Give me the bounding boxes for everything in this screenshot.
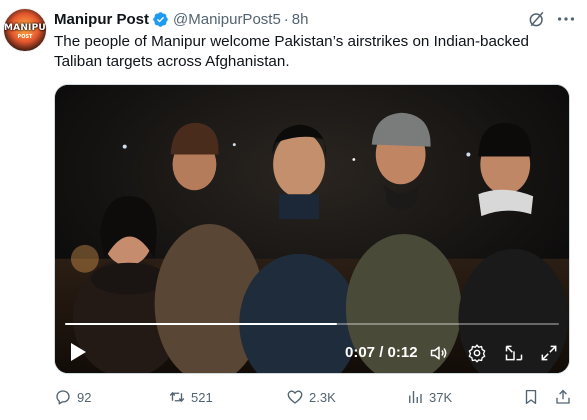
- views-icon: [409, 391, 422, 403]
- tweet-header: Manipur Post @ManipurPost5 · 8h: [54, 8, 577, 30]
- reply-button[interactable]: 92: [54, 388, 91, 406]
- video-frame: [55, 85, 569, 373]
- like-count: 2.3K: [309, 389, 336, 405]
- volume-icon[interactable]: [429, 343, 449, 363]
- video-progress-track[interactable]: [65, 323, 559, 325]
- bookmark-button[interactable]: [522, 388, 545, 406]
- like-icon: [287, 390, 303, 404]
- repost-count: 521: [191, 389, 213, 405]
- avatar-sub-text: POST: [17, 34, 33, 40]
- like-button[interactable]: 2.3K: [286, 388, 336, 406]
- verified-badge-icon: [153, 11, 168, 27]
- reply-count: 92: [77, 389, 92, 405]
- video-player[interactable]: 0:07 / 0:12: [54, 84, 570, 374]
- timestamp[interactable]: 8h: [292, 11, 309, 28]
- display-name[interactable]: Manipur Post: [54, 11, 149, 28]
- play-icon[interactable]: [69, 342, 87, 362]
- share-icon: [556, 389, 570, 404]
- reply-icon: [56, 390, 70, 405]
- video-progress-fill: [65, 323, 337, 325]
- avatar-logo-text: MANIPUR: [4, 23, 46, 33]
- video-time-readout: 0:07 / 0:12: [345, 344, 418, 361]
- repost-button[interactable]: 521: [168, 388, 213, 406]
- views-button[interactable]: 37K: [406, 388, 452, 406]
- views-count: 37K: [429, 389, 453, 405]
- bookmark-icon: [525, 389, 537, 405]
- grok-icon[interactable]: [527, 9, 547, 29]
- avatar[interactable]: MANIPUR POST: [3, 8, 47, 52]
- settings-icon[interactable]: [467, 343, 487, 363]
- action-bar: 92 521 2.3K 37K: [54, 388, 574, 408]
- handle[interactable]: @ManipurPost5: [173, 11, 281, 28]
- share-button[interactable]: [554, 388, 577, 406]
- separator: ·: [283, 10, 289, 28]
- fullscreen-icon[interactable]: [539, 343, 559, 363]
- more-icon[interactable]: [555, 8, 577, 30]
- picture-in-picture-icon[interactable]: [504, 343, 524, 363]
- tweet-text: The people of Manipur welcome Pakistan’s…: [54, 33, 530, 70]
- repost-icon: [169, 391, 185, 403]
